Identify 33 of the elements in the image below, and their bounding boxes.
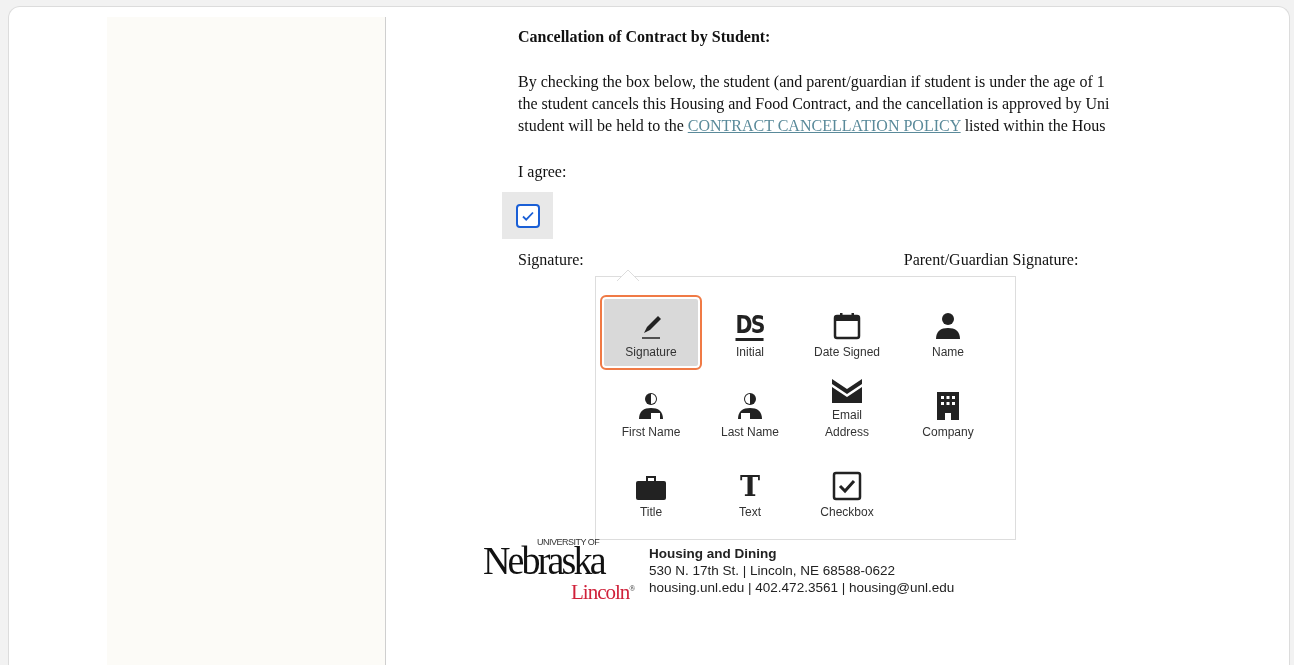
agree-label: I agree: [518,162,567,183]
paragraph-line: student will be held to the CONTRACT CANCELLATION POLICY listed within the Hous [518,116,1106,136]
paragraph-line: By checking the box below, the student (and parent/guardian if student is under the age of 1 [518,72,1105,93]
section-heading: Cancellation of Contract by Student: [518,27,772,48]
policy-link[interactable]: CONTRACT CANCELLATION POLICY [687,117,961,134]
paragraph-line: the student cancels this Housing and Food Contract, and the cancellation is approved by Uni [518,94,1110,115]
calendar-icon [832,311,862,341]
parent-signature-label: Parent/Guardian Signature: [903,250,1079,271]
field-type-button[interactable]: Company [900,375,996,450]
checkbox-icon [832,471,862,501]
envelope-icon [831,378,863,404]
agree-checkbox[interactable] [515,203,540,228]
signature-label: Signature: [518,250,584,271]
field-type-button[interactable]: First Name [600,375,702,450]
field-type-button[interactable]: T Text [706,455,794,530]
briefcase-icon [635,473,667,501]
field-type-button[interactable]: Name [900,295,996,370]
text-icon: T [739,473,761,501]
person-icon [636,391,666,421]
checkbox-field[interactable] [502,192,553,239]
field-type-button[interactable]: Date Signed [794,295,900,370]
person-icon [735,391,765,421]
field-type-button[interactable]: Checkbox [794,455,900,530]
contact-line: housing.unl.edu | 402.472.3561 | housing@unl.edu [649,579,955,596]
contact-line: 530 N. 17th St. | Lincoln, NE 68588-0622 [649,562,895,579]
field-type-button[interactable]: Signature [600,295,702,370]
building-icon [936,391,960,421]
person-icon [933,311,963,341]
field-type-button[interactable]: Email Address [794,375,900,450]
field-type-button[interactable]: DS Initial [706,295,794,370]
field-type-button[interactable]: Title [600,455,702,530]
office-name: Housing and Dining [649,545,777,562]
field-type-button[interactable]: Last Name [706,375,794,450]
